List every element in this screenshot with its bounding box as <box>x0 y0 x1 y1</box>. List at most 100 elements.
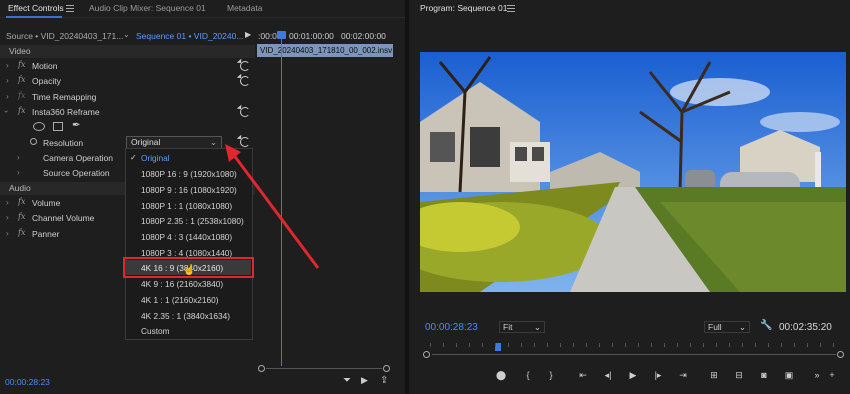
insert-icon[interactable]: ⊞ <box>708 369 720 381</box>
fx-icon[interactable]: fx <box>18 212 25 221</box>
effect-row-motion[interactable]: › fx Motion <box>0 60 255 75</box>
scroll-handle-right[interactable] <box>383 365 390 372</box>
expand-icon[interactable]: › <box>17 168 20 177</box>
panel-menu-icon[interactable] <box>507 5 515 12</box>
sequence-label[interactable]: Sequence 01 • VID_20240... <box>136 31 243 41</box>
resolution-label: Resolution <box>43 138 84 148</box>
quality-value: Full <box>708 322 722 332</box>
effect-row-time-remapping[interactable]: › fx Time Remapping <box>0 91 255 106</box>
program-time-ruler[interactable] <box>423 343 845 362</box>
collapse-icon[interactable]: › <box>2 110 11 113</box>
fx-icon[interactable]: fx <box>18 228 25 237</box>
video-scene-image <box>420 52 846 292</box>
overwrite-icon[interactable]: ⊟ <box>733 369 745 381</box>
tab-metadata[interactable]: Metadata <box>227 3 262 13</box>
expand-icon[interactable]: › <box>6 229 9 238</box>
playback-resolution-dropdown[interactable]: Full ⌄ <box>704 321 750 333</box>
reset-icon[interactable] <box>240 107 250 117</box>
ruler-handle-right[interactable] <box>837 351 844 358</box>
expand-icon[interactable]: › <box>6 92 9 101</box>
menu-item-original[interactable]: Original <box>141 153 170 163</box>
step-forward-icon[interactable]: |▸ <box>652 369 664 381</box>
checkmark-icon: ✓ <box>130 153 137 162</box>
effect-controls-panel: Effect Controls Audio Clip Mixer: Sequen… <box>0 0 405 394</box>
expand-icon[interactable]: › <box>6 61 9 70</box>
active-tab-indicator <box>6 16 62 18</box>
horizontal-scrollbar[interactable] <box>256 364 394 374</box>
tab-audio-clip-mixer[interactable]: Audio Clip Mixer: Sequence 01 <box>89 3 206 13</box>
zoom-fit-dropdown[interactable]: Fit ⌄ <box>499 321 545 333</box>
effect-label: Opacity <box>32 76 61 86</box>
go-to-out-icon[interactable]: ⇥ <box>677 369 689 381</box>
play-only-icon[interactable]: ▶ <box>245 30 251 39</box>
clip-bar[interactable]: VID_20240403_171810_00_002.insv <box>257 44 393 57</box>
menu-item-4k-1-1[interactable]: 4K 1 : 1 (2160x2160) <box>141 295 219 305</box>
source-label[interactable]: Source • VID_20240403_171... <box>6 31 123 41</box>
current-timecode[interactable]: 00:00:28:23 <box>425 322 478 333</box>
menu-item-4k-9-16[interactable]: 4K 9 : 16 (2160x3840) <box>141 279 223 289</box>
export-icon[interactable]: ⇪ <box>380 375 388 386</box>
effect-label: Channel Volume <box>32 213 95 223</box>
step-back-icon[interactable]: ◂| <box>602 369 614 381</box>
playhead-handle[interactable] <box>277 31 286 39</box>
effect-label: Time Remapping <box>32 92 97 102</box>
program-monitor-title[interactable]: Program: Sequence 01 <box>420 3 507 13</box>
tab-effect-controls[interactable]: Effect Controls <box>8 3 64 13</box>
chevron-down-icon: ⌄ <box>738 322 746 332</box>
panel-menu-icon[interactable] <box>66 5 74 12</box>
left-tab-bar: Effect Controls Audio Clip Mixer: Sequen… <box>0 0 405 18</box>
filter-icon[interactable]: ⏷ <box>343 375 351 386</box>
pointer-cursor-icon: ☝ <box>183 265 196 276</box>
fx-icon[interactable]: fx <box>18 75 25 84</box>
menu-item-custom[interactable]: Custom <box>141 326 170 336</box>
go-to-in-icon[interactable]: ⇤ <box>577 369 589 381</box>
program-video-frame <box>420 52 846 292</box>
expand-icon[interactable]: › <box>17 153 20 162</box>
scroll-handle-left[interactable] <box>258 365 265 372</box>
effect-label: Insta360 Reframe <box>32 107 100 117</box>
effect-label: Panner <box>32 229 60 239</box>
scroll-track <box>266 368 382 369</box>
fx-icon[interactable]: fx <box>18 106 25 115</box>
expand-icon[interactable]: › <box>6 198 9 207</box>
ruler-handle-left[interactable] <box>423 351 430 358</box>
fx-icon[interactable]: fx <box>18 60 25 69</box>
export-frame-icon[interactable]: ◙ <box>758 369 770 381</box>
effect-row-opacity[interactable]: › fx Opacity <box>0 75 255 90</box>
ruler-time-1: 00:01:00:00 <box>289 31 334 41</box>
mark-in-icon[interactable]: { <box>522 369 534 381</box>
fx-icon[interactable]: fx <box>18 91 25 100</box>
effect-label: Volume <box>32 198 61 208</box>
effect-controls-timecode[interactable]: 00:00:28:23 <box>5 377 50 387</box>
reset-icon[interactable] <box>240 61 250 71</box>
param-label: Source Operation <box>43 168 110 178</box>
effect-label: Motion <box>32 61 58 71</box>
ruler-ticks <box>430 343 840 347</box>
button-editor-icon[interactable]: + <box>826 369 838 381</box>
ellipse-mask-icon[interactable] <box>33 122 45 131</box>
mark-out-icon[interactable]: } <box>545 369 557 381</box>
expand-icon[interactable]: › <box>6 213 9 222</box>
resolution-value: Original <box>131 137 161 147</box>
wrench-icon[interactable]: 🔧 <box>760 320 772 331</box>
pen-mask-icon[interactable]: ✒ <box>72 120 80 131</box>
play-audio-icon[interactable]: ▶ <box>361 375 368 386</box>
reset-icon[interactable] <box>240 76 250 86</box>
effect-row-insta360-reframe[interactable]: › fx Insta360 Reframe <box>0 106 255 121</box>
add-marker-icon[interactable]: ⬤ <box>495 369 507 381</box>
expand-icon[interactable]: › <box>6 76 9 85</box>
duration-timecode: 00:02:35:20 <box>779 322 832 333</box>
comparison-view-icon[interactable]: ▣ <box>783 369 795 381</box>
fx-icon[interactable]: fx <box>18 197 25 206</box>
ruler-track <box>432 354 836 355</box>
play-icon[interactable]: ▶ <box>627 369 639 381</box>
rectangle-mask-icon[interactable] <box>53 122 63 131</box>
mini-timeline-ruler[interactable]: :00:00 00:01:00:00 00:02:00:00 <box>255 28 395 44</box>
section-video: Video <box>0 45 255 58</box>
annotation-arrow <box>225 144 320 269</box>
menu-item-4k-2-35-1[interactable]: 4K 2.35 : 1 (3840x1634) <box>141 311 230 321</box>
more-buttons-icon[interactable]: » <box>811 369 823 381</box>
source-dropdown-icon[interactable]: ⌄ <box>123 30 130 39</box>
stopwatch-icon[interactable] <box>30 138 37 145</box>
chevron-down-icon: ⌄ <box>533 322 541 332</box>
